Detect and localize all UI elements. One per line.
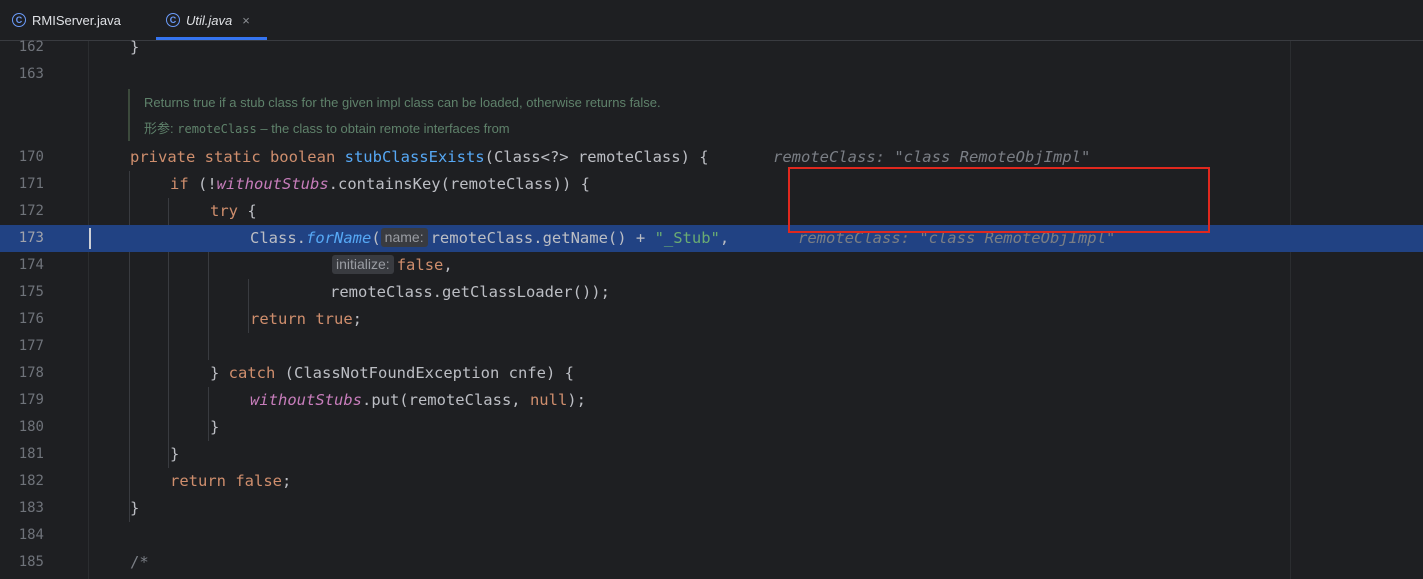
line-number: 170 <box>18 149 44 165</box>
code-line[interactable]: 184 <box>0 522 1423 549</box>
line-number: 163 <box>18 66 44 82</box>
code-line[interactable]: 177 <box>0 333 1423 360</box>
line-number: 181 <box>18 446 44 462</box>
java-class-icon: C <box>12 13 26 27</box>
code-text: Class.forName(name: remoteClass.getName()… <box>250 225 729 252</box>
code-line[interactable]: 162 } <box>0 34 1423 61</box>
code-fragment: remoteClass.getName() + <box>430 229 655 247</box>
code-fragment: (Class<?> remoteClass) { <box>484 148 709 166</box>
code-line[interactable]: 185 /* <box>0 549 1423 576</box>
annotation-highlight-box <box>788 167 1210 233</box>
close-icon[interactable]: × <box>242 13 250 28</box>
code-text: withoutStubs.put(remoteClass, null); <box>250 387 586 414</box>
line-number: 172 <box>18 203 44 219</box>
code-fragment: } <box>210 364 229 382</box>
line-number: 180 <box>18 419 44 435</box>
doc-param-name: remoteClass <box>177 122 257 136</box>
keyword: false <box>235 472 282 490</box>
code-fragment: ; <box>352 310 362 328</box>
code-text: } <box>130 499 140 517</box>
code-fragment: (ClassNotFoundException cnfe) { <box>275 364 574 382</box>
line-number: 162 <box>18 39 44 55</box>
code-text: initialize: false, <box>332 252 453 279</box>
code-fragment: , <box>719 229 730 247</box>
line-number: 171 <box>18 176 44 192</box>
method-name: stubClassExists <box>344 148 485 166</box>
code-fragment: ( <box>371 229 381 247</box>
keyword: catch <box>228 364 276 382</box>
line-number: 176 <box>18 311 44 327</box>
code-fragment: (! <box>188 175 217 193</box>
doc-param-label: 形参: <box>144 121 174 136</box>
keyword: if <box>170 175 189 193</box>
line-number: 183 <box>18 500 44 516</box>
tab-label: RMIServer.java <box>32 12 121 28</box>
line-number: 182 <box>18 473 44 489</box>
static-field: withoutStubs <box>216 175 329 193</box>
line-number: 173 <box>18 230 44 246</box>
line-number: 178 <box>18 365 44 381</box>
code-text: return true; <box>250 306 362 333</box>
code-line[interactable]: 175 remoteClass.getClassLoader()); <box>0 279 1423 306</box>
doc-description: Returns true if a stub class for the giv… <box>144 95 661 110</box>
code-line[interactable]: 174 initialize: false, <box>0 252 1423 279</box>
line-number: 177 <box>18 338 44 354</box>
keyword: null <box>529 391 568 409</box>
code-fragment: , <box>443 256 453 274</box>
code-line[interactable]: 183 } <box>0 495 1423 522</box>
code-line[interactable]: 182 return false; <box>0 468 1423 495</box>
code-line[interactable]: 178 } catch (ClassNotFoundException cnfe… <box>0 360 1423 387</box>
code-text: return false; <box>170 468 291 495</box>
code-line[interactable]: 176 return true; <box>0 306 1423 333</box>
code-text: } <box>210 418 220 436</box>
code-fragment: .containsKey(remoteClass)) { <box>328 175 590 193</box>
line-number: 185 <box>18 554 44 570</box>
code-line[interactable]: 180 } <box>0 414 1423 441</box>
doc-param-line: 形参: remoteClass – the class to obtain re… <box>144 118 510 137</box>
code-text: private static boolean stubClassExists(C… <box>130 144 709 171</box>
method-name: forName <box>306 229 372 247</box>
keyword: return <box>250 310 316 328</box>
line-number: 174 <box>18 257 44 273</box>
keyword: return <box>170 472 236 490</box>
line-number: 184 <box>18 527 44 543</box>
code-fragment: { <box>238 202 257 220</box>
keyword: true <box>315 310 353 328</box>
code-fragment: ); <box>567 391 586 409</box>
line-number: 179 <box>18 392 44 408</box>
string-literal: "_Stub" <box>654 229 720 247</box>
rendered-javadoc: Returns true if a stub class for the giv… <box>128 89 830 141</box>
code-line[interactable]: 179 withoutStubs.put(remoteClass, null); <box>0 387 1423 414</box>
java-class-icon: C <box>166 13 180 27</box>
code-text: try { <box>210 198 257 225</box>
code-fragment: Class. <box>250 229 306 247</box>
keyword: false <box>396 256 444 274</box>
parameter-hint: name: <box>380 228 428 247</box>
code-text: remoteClass.getClassLoader()); <box>330 283 610 301</box>
comment-start: /* <box>130 553 149 571</box>
tab-label: Util.java <box>186 12 233 28</box>
code-text: } <box>170 445 180 463</box>
parameter-hint: initialize: <box>332 255 394 274</box>
code-line[interactable]: 163 <box>0 61 1423 88</box>
code-text: } catch (ClassNotFoundException cnfe) { <box>210 360 574 387</box>
code-line[interactable]: 181 } <box>0 441 1423 468</box>
code-text: } <box>130 38 140 56</box>
keyword: try <box>210 202 238 220</box>
code-fragment: ; <box>282 472 292 490</box>
keyword: private static boolean <box>130 148 345 166</box>
text-caret <box>89 228 91 249</box>
code-text: if (!withoutStubs.containsKey(remoteClas… <box>170 171 590 198</box>
line-number: 175 <box>18 284 44 300</box>
doc-param-text: – the class to obtain remote interfaces … <box>256 121 510 136</box>
static-field: withoutStubs <box>250 391 362 409</box>
code-fragment: .put(remoteClass, <box>361 391 530 409</box>
code-editor[interactable]: 162 } 163 Returns true if a stub class f… <box>0 38 1423 579</box>
